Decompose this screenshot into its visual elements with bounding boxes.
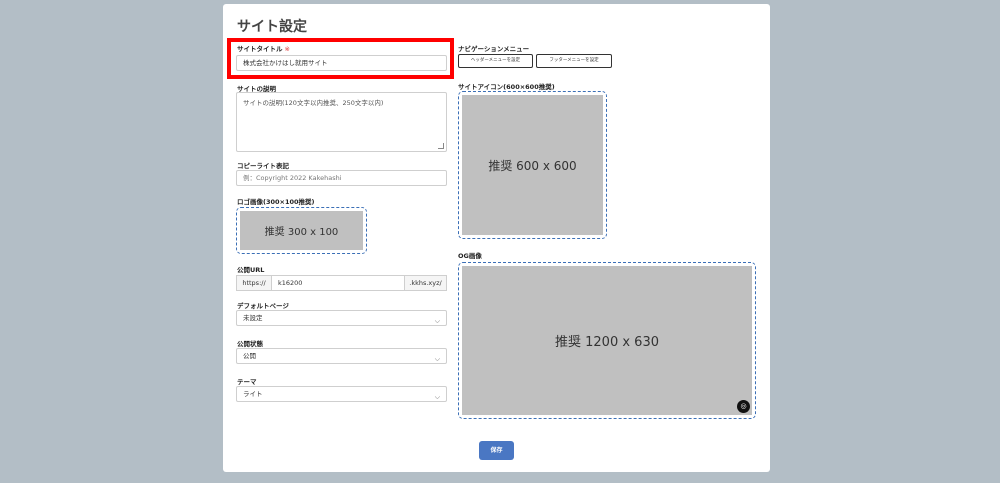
theme-value: ライト <box>243 390 263 398</box>
site-title-label: サイトタイトル ※ <box>237 45 290 53</box>
settings-card: サイト設定 サイトタイトル ※ 株式会社かけはし就用サイト サイトの説明 サイトの… <box>223 4 770 472</box>
chevron-down-icon: ⌵ <box>434 317 440 325</box>
footer-menu-button[interactable]: フッターメニューを設定 <box>536 54 612 68</box>
og-image-dropzone[interactable]: 推奨 1200 x 630 ◎ <box>458 262 756 419</box>
og-image-placeholder: 推奨 1200 x 630 <box>462 266 752 415</box>
page-title: サイト設定 <box>237 19 307 35</box>
required-mark: ※ <box>284 45 290 53</box>
site-description-placeholder: サイトの説明(120文字以内推奨、250文字以内) <box>243 99 384 107</box>
theme-select[interactable]: ライト ⌵ <box>236 386 447 402</box>
default-page-label: デフォルトページ <box>237 302 289 310</box>
site-title-input[interactable]: 株式会社かけはし就用サイト <box>236 55 447 71</box>
publish-status-select[interactable]: 公開 ⌵ <box>236 348 447 364</box>
public-url-label: 公開URL <box>237 266 265 274</box>
logo-image-label: ロゴ画像(300×100推奨) <box>237 198 315 206</box>
chevron-down-icon: ⌵ <box>434 355 440 363</box>
url-suffix: .kkhs.xyz/ <box>404 275 447 291</box>
site-icon-dropzone[interactable]: 推奨 600 x 600 <box>458 91 607 239</box>
logo-image-dropzone[interactable]: 推奨 300 x 100 <box>236 207 367 254</box>
resize-handle-icon[interactable] <box>438 143 444 149</box>
chevron-down-icon: ⌵ <box>434 393 440 401</box>
copyright-label: コピーライト表記 <box>237 162 289 170</box>
site-description-textarea[interactable]: サイトの説明(120文字以内推奨、250文字以内) <box>236 92 447 152</box>
logo-image-placeholder: 推奨 300 x 100 <box>240 211 363 250</box>
public-url-input[interactable]: k16200 <box>271 275 405 291</box>
default-page-select[interactable]: 未設定 ⌵ <box>236 310 447 326</box>
save-button[interactable]: 保存 <box>479 441 514 460</box>
og-image-label: OG画像 <box>458 252 482 260</box>
site-icon-placeholder: 推奨 600 x 600 <box>462 95 603 235</box>
navigation-menu-label: ナビゲーションメニュー <box>458 45 530 53</box>
theme-label: テーマ <box>237 378 257 386</box>
publish-status-value: 公開 <box>243 352 256 360</box>
copyright-input[interactable]: 例：Copyright 2022 Kakehashi <box>236 170 447 186</box>
site-icon-label: サイトアイコン(600×600推奨) <box>458 83 555 91</box>
url-prefix: https:// <box>236 275 272 291</box>
header-menu-button[interactable]: ヘッダーメニューを設定 <box>458 54 533 68</box>
publish-status-label: 公開状態 <box>237 340 263 348</box>
camera-icon[interactable]: ◎ <box>737 400 750 413</box>
default-page-value: 未設定 <box>243 314 263 322</box>
